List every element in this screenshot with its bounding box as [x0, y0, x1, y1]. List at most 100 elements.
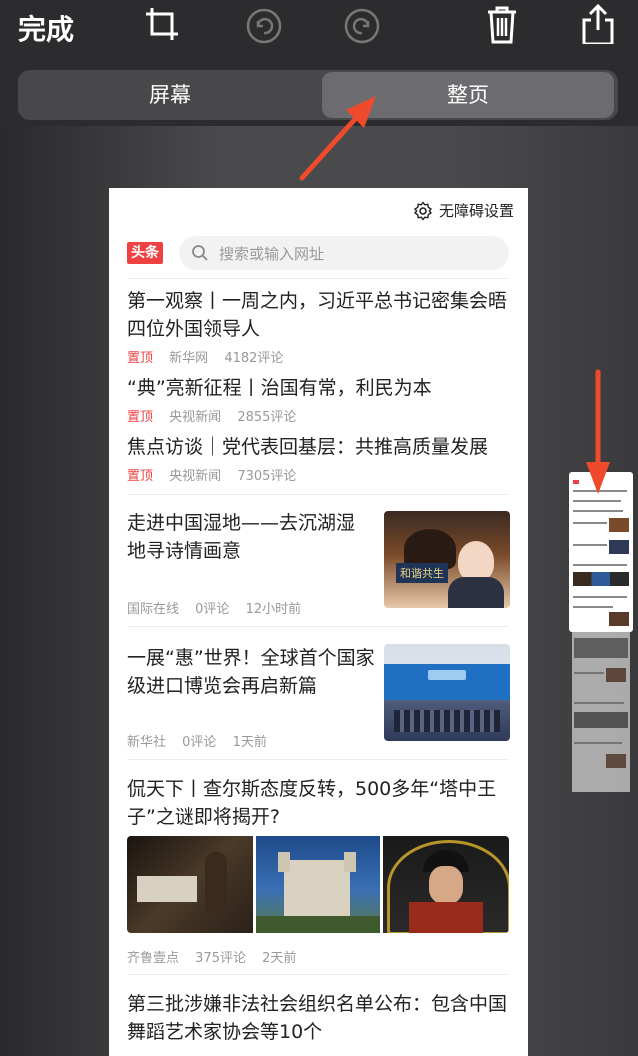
mini-line [574, 702, 624, 704]
mini-thumb [609, 518, 629, 532]
news-time: 2天前 [262, 951, 297, 966]
search-input[interactable]: 搜索或输入网址 [179, 236, 509, 270]
tower-turret [278, 852, 290, 872]
mini-line [573, 564, 627, 566]
news-meta: 置顶 新华网 4182评论 [127, 347, 509, 366]
news-thumbnail[interactable]: 和谐共生 [384, 511, 510, 608]
list-item[interactable]: 一展“惠”世界！全球首个国家级进口博览会再启新篇 [127, 644, 375, 700]
list-item[interactable]: 第一观察丨一周之内，习近平总书记密集会晤四位外国领导人 置顶 新华网 4182评… [127, 287, 509, 366]
redo-icon[interactable] [342, 4, 382, 44]
news-comments: 0评论 [182, 735, 217, 750]
portrait-face [429, 866, 463, 904]
portrait-robe [409, 902, 483, 933]
news-thumbnail[interactable] [384, 644, 510, 741]
mini-logo [573, 480, 579, 484]
trash-icon[interactable] [482, 4, 522, 44]
news-meta: 置顶 央视新闻 7305评论 [127, 465, 509, 484]
mini-thumb [574, 638, 628, 658]
news-time: 1天前 [232, 735, 267, 750]
news-title: 侃天下丨查尔斯态度反转，500多年“塔中王子”之谜即将揭开? [127, 778, 497, 828]
top-toolbar: 完成 [0, 0, 638, 60]
news-image[interactable] [256, 836, 380, 933]
tab-full-page[interactable]: 整页 [322, 72, 614, 118]
news-title: 第三批涉嫌非法社会组织名单公布：包含中国舞蹈艺术家协会等10个 [127, 993, 508, 1043]
segmented-bar: 屏幕 整页 [0, 60, 638, 126]
list-item[interactable]: “典”亮新征程丨治国有常，利民为本 置顶 央视新闻 2855评论 [127, 374, 509, 425]
mini-line [573, 500, 621, 502]
list-item[interactable]: 侃天下丨查尔斯态度反转，500多年“塔中王子”之谜即将揭开? [127, 775, 509, 831]
news-source: 央视新闻 [169, 469, 222, 484]
accessibility-settings[interactable]: 无障碍设置 [413, 200, 514, 221]
divider [127, 626, 509, 627]
mini-thumb [606, 668, 626, 682]
news-source: 新华社 [127, 735, 167, 750]
mini-line [574, 742, 622, 744]
anchor-face [458, 541, 494, 581]
news-meta: 置顶 央视新闻 2855评论 [127, 406, 509, 425]
mini-thumb [606, 754, 626, 768]
pinned-tag: 置顶 [127, 351, 154, 366]
news-meta: 国际在线 0评论 12小时前 [127, 598, 313, 617]
audience [394, 710, 500, 732]
share-icon[interactable] [578, 4, 618, 44]
mini-line [574, 672, 604, 674]
toutiao-logo: 头条 [127, 242, 163, 264]
list-item[interactable]: 焦点访谈｜党代表回基层：共推高质量发展 置顶 央视新闻 7305评论 [127, 433, 509, 484]
mini-line [573, 606, 613, 608]
mini-thumb [574, 712, 628, 728]
mini-line [573, 490, 627, 492]
done-button[interactable]: 完成 [18, 8, 74, 48]
news-source: 齐鲁壹点 [127, 951, 180, 966]
news-comments: 4182评论 [224, 351, 284, 366]
search-placeholder: 搜索或输入网址 [219, 245, 325, 263]
search-icon [192, 245, 208, 261]
accessibility-label: 无障碍设置 [438, 202, 514, 220]
pinned-tag: 置顶 [127, 410, 154, 425]
list-item[interactable]: 第三批涉嫌非法社会组织名单公布：包含中国舞蹈艺术家协会等10个 [127, 990, 509, 1046]
mini-line [573, 596, 627, 598]
news-comments: 0评论 [195, 602, 230, 617]
news-source: 央视新闻 [169, 410, 222, 425]
news-source: 国际在线 [127, 602, 180, 617]
list-item[interactable]: 走进中国湿地——去沉湖湿地寻诗情画意 [127, 509, 367, 565]
page-preview[interactable]: 无障碍设置 头条 搜索或输入网址 第一观察丨一周之内，习近平总书记密集会晤四位外… [109, 188, 528, 1056]
tower-building [284, 860, 350, 916]
news-source: 新华网 [169, 351, 209, 366]
divider [127, 494, 509, 495]
divider [127, 278, 509, 279]
page-navigator-thumbnail[interactable] [569, 472, 633, 632]
news-comments: 375评论 [195, 951, 246, 966]
undo-icon[interactable] [244, 4, 284, 44]
mini-line [573, 522, 607, 524]
mini-thumb [609, 612, 629, 626]
crop-icon[interactable] [142, 4, 182, 44]
painting-bed [137, 876, 197, 902]
news-image[interactable] [383, 836, 509, 933]
page-navigator-rest [572, 632, 630, 792]
thumbnail-caption: 和谐共生 [396, 563, 448, 583]
screen-logo [428, 670, 466, 680]
mini-thumb [609, 540, 629, 554]
mini-images [573, 572, 629, 586]
news-title: “典”亮新征程丨治国有常，利民为本 [127, 377, 432, 399]
news-comments: 7305评论 [237, 469, 297, 484]
news-image[interactable] [127, 836, 253, 933]
tower-turret [344, 852, 356, 872]
tab-screen[interactable]: 屏幕 [22, 72, 318, 118]
anchor-body [448, 577, 504, 608]
news-title: 走进中国湿地——去沉湖湿地寻诗情画意 [127, 512, 356, 562]
mini-line [573, 544, 607, 546]
news-title: 第一观察丨一周之内，习近平总书记密集会晤四位外国领导人 [127, 290, 508, 340]
mini-line [573, 510, 623, 512]
news-meta: 新华社 0评论 1天前 [127, 731, 279, 750]
news-title: 一展“惠”世界！全球首个国家级进口博览会再启新篇 [127, 647, 375, 697]
news-time: 12小时前 [245, 602, 302, 617]
news-meta: 齐鲁壹点 375评论 2天前 [127, 947, 308, 966]
segmented-control: 屏幕 整页 [18, 70, 618, 120]
news-comments: 2855评论 [237, 410, 297, 425]
tower-grass [256, 916, 380, 933]
divider [127, 974, 509, 975]
painting-figure [205, 852, 227, 912]
pinned-tag: 置顶 [127, 469, 154, 484]
divider [127, 759, 509, 760]
